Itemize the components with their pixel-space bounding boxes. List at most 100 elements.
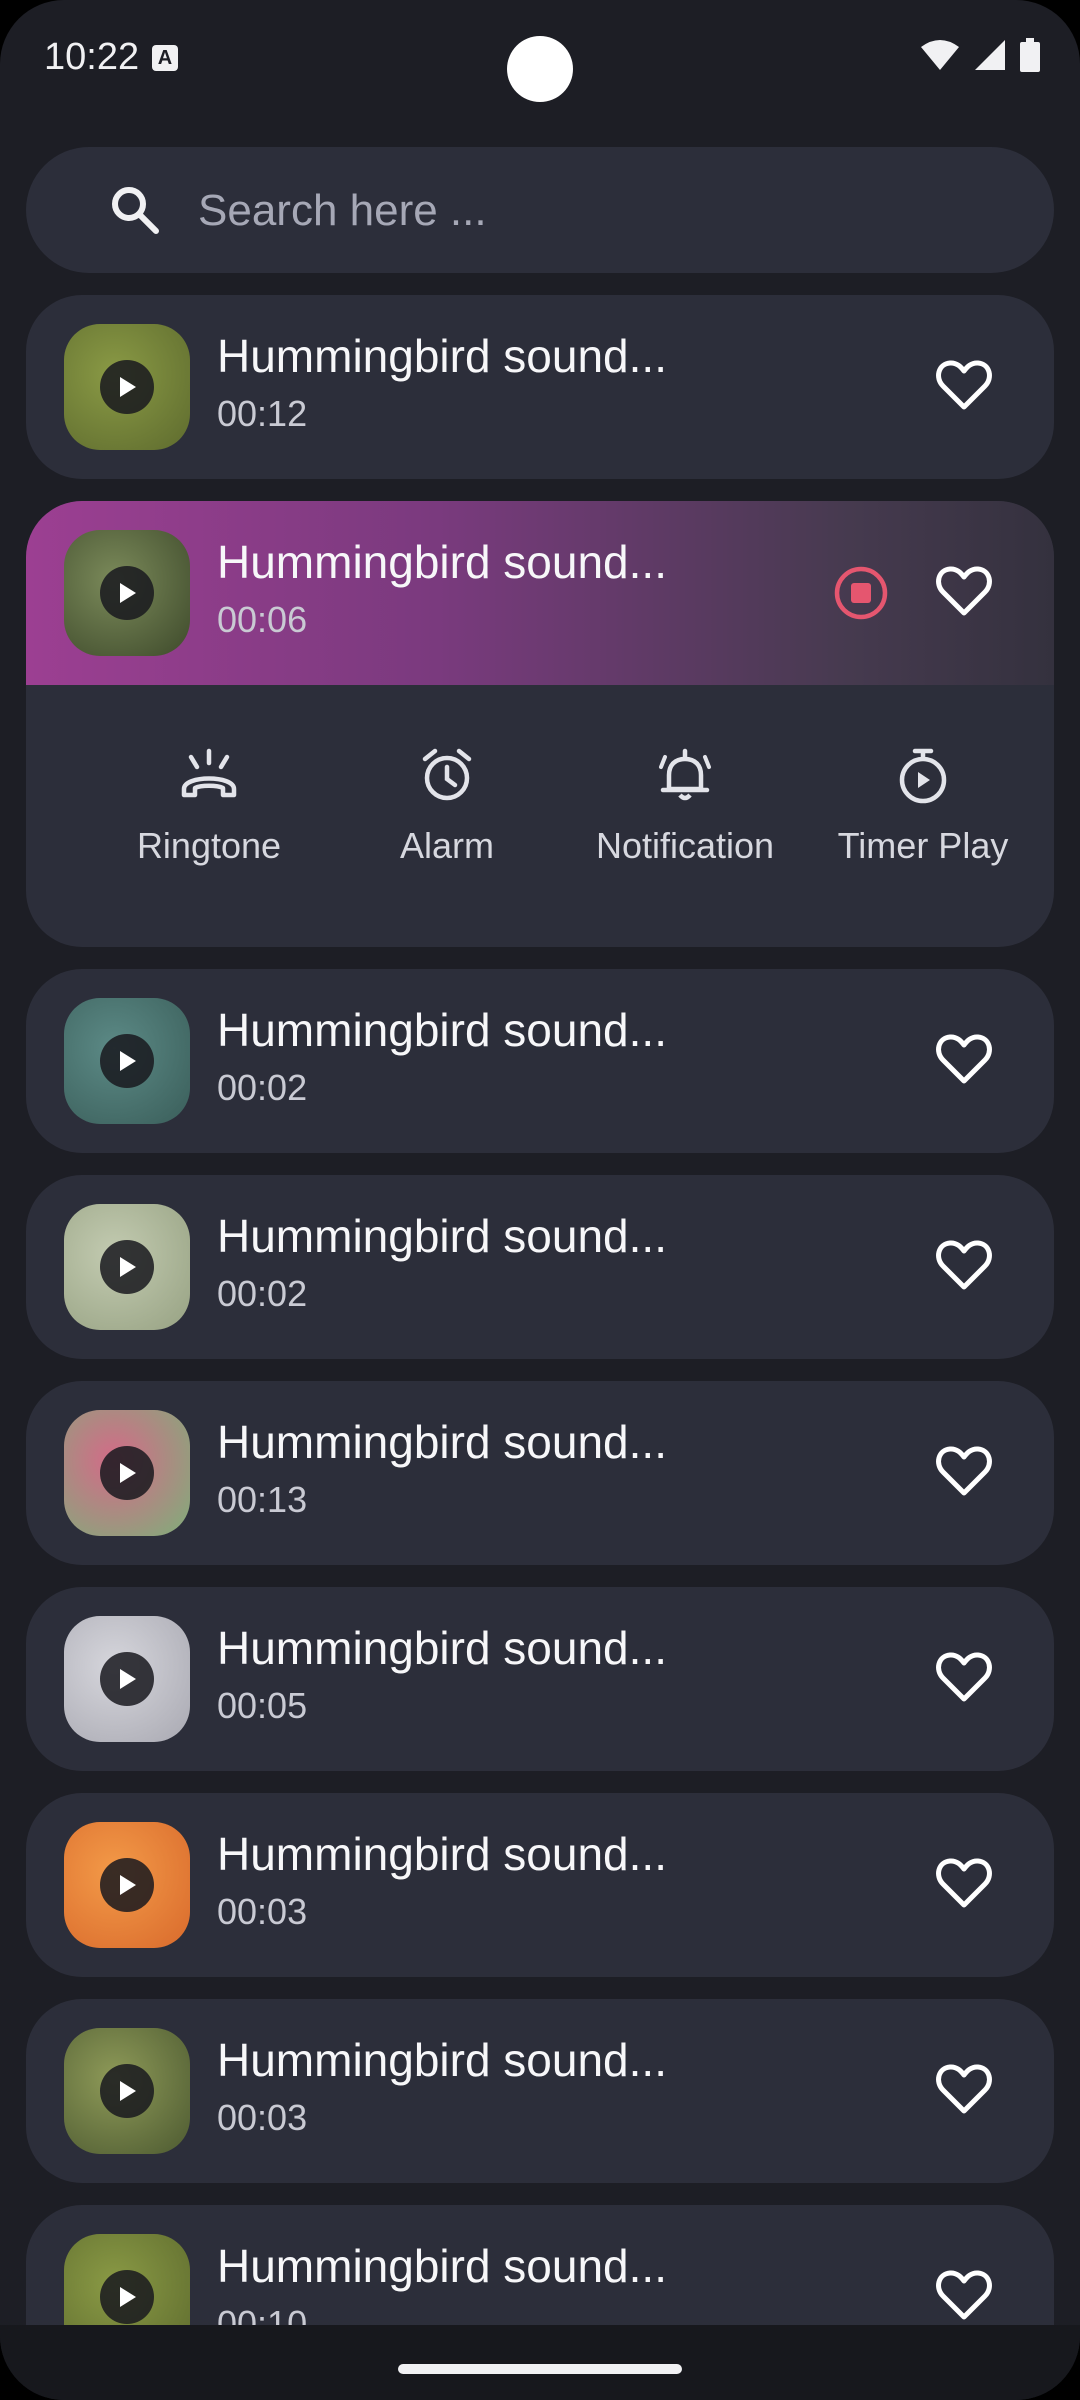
track-title: Hummingbird sound...	[217, 2034, 667, 2086]
heart-icon	[934, 1240, 994, 1299]
search-icon	[112, 187, 159, 234]
track-card[interactable]: Hummingbird sound... 00:02	[26, 1175, 1054, 1359]
action-ringtone[interactable]: Ringtone	[90, 685, 328, 947]
track-row[interactable]: Hummingbird sound... 00:10	[26, 2205, 1054, 2325]
track-thumbnail	[64, 324, 190, 450]
battery-icon	[1020, 38, 1040, 72]
favorite-button[interactable]	[934, 1441, 994, 1501]
action-label: Timer Play	[837, 825, 1009, 866]
track-duration: 00:03	[217, 2097, 308, 2138]
track-title: Hummingbird sound...	[217, 1210, 667, 1262]
favorite-button[interactable]	[934, 2059, 994, 2119]
status-time: 10:22	[44, 36, 140, 78]
track-title: Hummingbird sound...	[217, 1828, 667, 1880]
track-card[interactable]: Hummingbird sound... 00:13	[26, 1381, 1054, 1565]
track-row[interactable]: Hummingbird sound... 00:13	[26, 1381, 1054, 1565]
search-input[interactable]	[196, 177, 980, 245]
track-thumbnail	[64, 2028, 190, 2154]
track-card[interactable]: Hummingbird sound... 00:03	[26, 1999, 1054, 2183]
track-row[interactable]: Hummingbird sound... 00:06	[26, 501, 1054, 685]
play-button[interactable]	[100, 360, 154, 414]
track-duration: 00:02	[217, 1273, 308, 1314]
track-title: Hummingbird sound...	[217, 1416, 667, 1468]
search-bar[interactable]	[26, 147, 1054, 273]
favorite-button[interactable]	[934, 2265, 994, 2325]
track-title: Hummingbird sound...	[217, 1622, 667, 1674]
alarm-icon	[417, 745, 477, 805]
heart-icon	[934, 2270, 994, 2325]
track-row[interactable]: Hummingbird sound... 00:12	[26, 295, 1054, 479]
favorite-button[interactable]	[934, 1029, 994, 1089]
keyboard-a-icon: A	[152, 45, 178, 71]
favorite-button[interactable]	[934, 355, 994, 415]
stop-button[interactable]	[834, 566, 888, 620]
track-row[interactable]: Hummingbird sound... 00:05	[26, 1587, 1054, 1771]
ringtone-icon	[179, 745, 239, 805]
action-label: Notification	[595, 825, 775, 866]
track-title: Hummingbird sound...	[217, 1004, 667, 1056]
track-thumbnail	[64, 2234, 190, 2325]
track-title: Hummingbird sound...	[217, 330, 667, 382]
action-alarm[interactable]: Alarm	[328, 685, 566, 947]
heart-icon	[934, 360, 994, 419]
track-row[interactable]: Hummingbird sound... 00:02	[26, 1175, 1054, 1359]
play-button[interactable]	[100, 1446, 154, 1500]
track-row[interactable]: Hummingbird sound... 00:02	[26, 969, 1054, 1153]
play-button[interactable]	[100, 2270, 154, 2324]
stop-icon	[834, 566, 888, 624]
heart-icon	[934, 2064, 994, 2123]
favorite-button[interactable]	[934, 1647, 994, 1707]
action-timer-play[interactable]: Timer Play	[804, 685, 1042, 947]
play-button[interactable]	[100, 1034, 154, 1088]
track-thumbnail	[64, 1204, 190, 1330]
play-button[interactable]	[100, 2064, 154, 2118]
track-thumbnail	[64, 1616, 190, 1742]
camera-cutout	[507, 36, 573, 102]
track-duration: 00:12	[217, 393, 308, 434]
play-button[interactable]	[100, 566, 154, 620]
track-title: Hummingbird sound...	[217, 2240, 667, 2292]
track-duration: 00:06	[217, 599, 308, 640]
favorite-button[interactable]	[934, 561, 994, 621]
system-icons	[920, 38, 1040, 72]
heart-icon	[934, 1034, 994, 1093]
heart-icon	[934, 1858, 994, 1917]
play-button[interactable]	[100, 1858, 154, 1912]
track-thumbnail	[64, 998, 190, 1124]
track-thumbnail	[64, 1410, 190, 1536]
track-duration: 00:02	[217, 1067, 308, 1108]
track-duration: 00:10	[217, 2303, 308, 2325]
track-card[interactable]: Hummingbird sound... 00:03	[26, 1793, 1054, 1977]
track-row[interactable]: Hummingbird sound... 00:03	[26, 1999, 1054, 2183]
favorite-button[interactable]	[934, 1853, 994, 1913]
wifi-icon	[921, 40, 959, 70]
track-card[interactable]: Hummingbird sound... 00:05	[26, 1587, 1054, 1771]
action-label: Alarm	[399, 825, 494, 866]
play-button[interactable]	[100, 1240, 154, 1294]
action-notification[interactable]: Notification	[566, 685, 804, 947]
action-label: Ringtone	[136, 825, 282, 866]
track-list: Hummingbird sound... 00:12 Hummingbird sou…	[26, 295, 1054, 2325]
track-thumbnail	[64, 530, 190, 656]
status-bar: 10:22 A	[0, 0, 1080, 120]
timer-icon	[893, 745, 953, 805]
track-card[interactable]: Hummingbird sound... 00:06 Ringtone Alarm No…	[26, 501, 1054, 947]
home-indicator[interactable]	[398, 2364, 682, 2374]
track-title: Hummingbird sound...	[217, 536, 667, 588]
heart-icon	[934, 1446, 994, 1505]
navigation-bar	[0, 2325, 1080, 2400]
track-card[interactable]: Hummingbird sound... 00:10	[26, 2205, 1054, 2325]
signal-icon	[975, 40, 1005, 70]
app-screen: 10:22 A Hummingbird sound...00:12Humming…	[0, 0, 1080, 2400]
track-card[interactable]: Hummingbird sound... 00:02	[26, 969, 1054, 1153]
notification-icon	[655, 745, 715, 805]
track-duration: 00:13	[217, 1479, 308, 1520]
favorite-button[interactable]	[934, 1235, 994, 1295]
track-duration: 00:05	[217, 1685, 308, 1726]
heart-icon	[934, 1652, 994, 1711]
track-card[interactable]: Hummingbird sound... 00:12	[26, 295, 1054, 479]
track-thumbnail	[64, 1822, 190, 1948]
play-button[interactable]	[100, 1652, 154, 1706]
track-row[interactable]: Hummingbird sound... 00:03	[26, 1793, 1054, 1977]
track-actions: Ringtone Alarm Notification Timer Play	[26, 685, 1054, 947]
